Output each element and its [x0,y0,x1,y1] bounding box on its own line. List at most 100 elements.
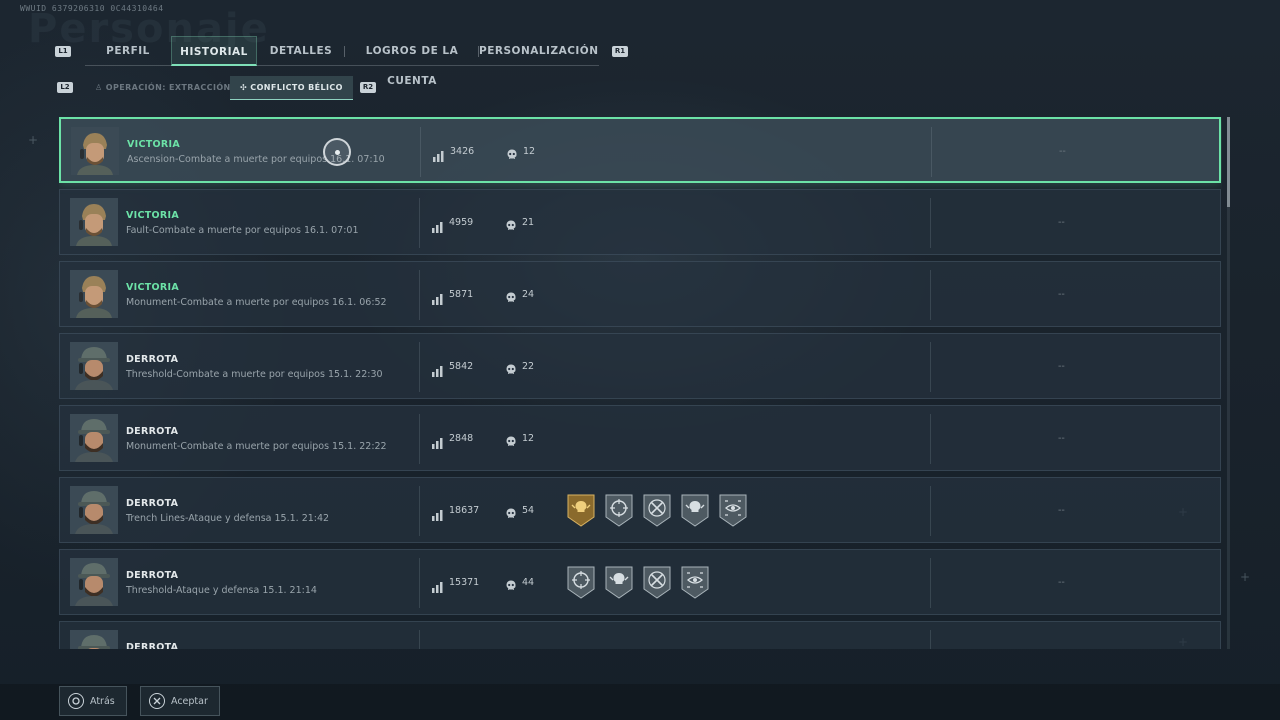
kills-skull-icon [506,146,518,159]
match-kills: 12 [523,146,536,157]
operator-portrait [70,486,118,534]
decor-plus: + [1240,570,1251,584]
match-details: Monument-Combate a muerte por equipos 15… [126,441,387,452]
tab-logros[interactable]: LOGROS DE LA CUENTA [345,36,479,87]
tab-detalles[interactable]: DETALLES [257,36,345,66]
match-kills: 22 [522,361,535,372]
match-score: 4959 [449,217,474,228]
crosshair-rifle-medal-icon[interactable] [566,565,596,599]
list-scrollbar[interactable] [1227,117,1230,649]
score-icon [433,147,444,162]
score-icon [432,218,443,233]
match-result: VICTORIA [126,282,180,293]
tab-perfil[interactable]: PERFIL [85,36,171,66]
match-details: Monument-Combate a muerte por equipos 16… [126,297,387,308]
medal-row [566,493,748,529]
match-extra-value: -- [1058,361,1065,372]
match-score: 18637 [449,505,480,516]
accept-label: Aceptar [171,695,208,707]
match-row[interactable]: DERROTA Trench Lines-Ataque y defensa 15… [59,477,1221,543]
match-kills: 24 [522,289,535,300]
kills-skull-icon [505,505,517,518]
match-extra-value: -- [1058,577,1065,588]
target-skull-medal-icon[interactable] [604,493,634,527]
sub-navigation: L2 ♙ OPERACIÓN: EXTRACCIÓN ✣ CONFLICTO B… [57,76,387,100]
kills-skull-icon [505,217,517,230]
subtab-conflicto-belico[interactable]: ✣ CONFLICTO BÉLICO [230,76,353,100]
score-icon [432,362,443,377]
cursor-icon [323,138,351,166]
skull-wings-medal-icon[interactable] [680,493,710,527]
match-extra-value: -- [1058,505,1065,516]
kills-skull-icon [505,361,517,374]
tab-historial[interactable]: HISTORIAL [171,36,257,66]
match-row[interactable]: VICTORIA Ascension-Combate a muerte por … [59,117,1221,183]
tab-personalizacion[interactable]: PERSONALIZACIÓN [479,36,599,66]
l2-button-hint[interactable]: L2 [57,82,73,93]
column-divider [930,270,931,320]
operator-portrait [70,342,118,390]
match-row[interactable]: VICTORIA Fault-Combate a muerte por equi… [59,189,1221,255]
tab-label: DETALLES [269,45,333,57]
crossed-rifles-medal-icon[interactable] [642,493,672,527]
match-score: 15371 [449,577,480,588]
top-navigation: L1 PERFIL HISTORIAL DETALLES LOGROS DE L… [55,36,635,87]
tab-label: HISTORIAL [180,46,248,58]
subtab-label: OPERACIÓN: EXTRACCIÓN [105,83,231,92]
score-icon [432,434,443,449]
tab-label: PERSONALIZACIÓN [479,45,599,57]
match-details: Fault-Combate a muerte por equipos 16.1.… [126,225,359,236]
scrollbar-thumb[interactable] [1227,117,1230,207]
accept-button[interactable]: Aceptar [140,686,220,716]
column-divider [419,558,420,608]
match-row[interactable]: DERROTA [59,621,1221,649]
gold-skull-medal-icon[interactable] [566,493,596,527]
match-result: VICTORIA [126,210,180,221]
r1-button-hint[interactable]: R1 [612,46,628,57]
back-label: Atrás [90,695,115,707]
column-divider [419,630,420,649]
column-divider [420,127,421,177]
column-divider [930,414,931,464]
operator-portrait [70,198,118,246]
match-details: Trench Lines-Ataque y defensa 15.1. 21:4… [126,513,330,524]
match-history-list[interactable]: VICTORIA Ascension-Combate a muerte por … [59,117,1222,649]
score-icon [432,506,443,521]
match-row[interactable]: DERROTA Threshold-Ataque y defensa 15.1.… [59,549,1221,615]
match-result: VICTORIA [127,139,181,150]
match-extra-value: -- [1058,217,1065,228]
match-result: DERROTA [126,642,179,649]
crossed-rifles-medal-icon[interactable] [642,565,672,599]
column-divider [930,198,931,248]
kills-skull-icon [505,433,517,446]
kills-skull-icon [505,577,517,590]
operator-portrait [70,558,118,606]
tab-label: PERFIL [106,45,150,57]
back-button[interactable]: Atrás [59,686,127,716]
column-divider [419,270,420,320]
score-icon [432,290,443,305]
match-details: Threshold-Combate a muerte por equipos 1… [126,369,383,380]
score-icon [432,578,443,593]
l1-button-hint[interactable]: L1 [55,46,71,57]
cross-button-icon [149,693,165,709]
column-divider [931,127,932,177]
eye-scope-medal-icon[interactable] [718,493,748,527]
decor-plus: + [28,133,39,147]
match-details: Threshold-Ataque y defensa 15.1. 21:14 [126,585,317,596]
subtab-operacion-extraccion[interactable]: ♙ OPERACIÓN: EXTRACCIÓN [95,76,231,100]
eye-scope-medal-icon[interactable] [680,565,710,599]
operator-portrait [70,630,118,649]
column-divider [930,342,931,392]
match-row[interactable]: DERROTA Threshold-Combate a muerte por e… [59,333,1221,399]
match-row[interactable]: VICTORIA Monument-Combate a muerte por e… [59,261,1221,327]
operator-portrait [70,270,118,318]
match-score: 5842 [449,361,474,372]
extraction-icon: ♙ [95,83,106,92]
skull-wings-medal-icon[interactable] [604,565,634,599]
match-kills: 21 [522,217,535,228]
match-score: 3426 [450,146,475,157]
column-divider [930,558,931,608]
r2-button-hint[interactable]: R2 [360,82,376,93]
match-row[interactable]: DERROTA Monument-Combate a muerte por eq… [59,405,1221,471]
